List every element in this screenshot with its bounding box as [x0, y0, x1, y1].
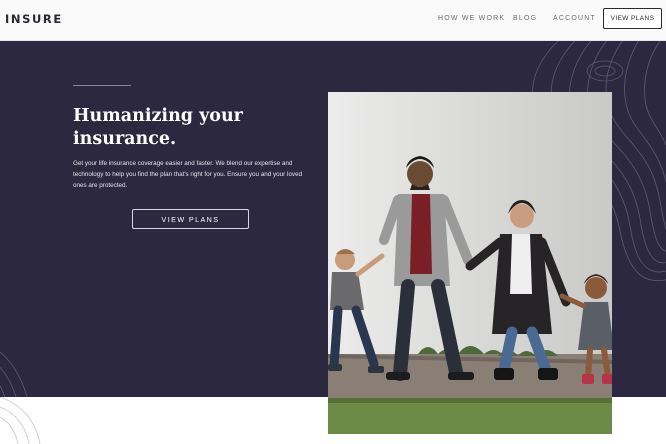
- topographic-pattern-left: [0, 351, 28, 397]
- nav-link-how-we-work[interactable]: HOW WE WORK: [438, 15, 505, 22]
- nav-link-blog[interactable]: BLOG: [513, 15, 537, 22]
- hero-headline: Humanizing your insurance.: [73, 106, 243, 149]
- nav-link-account[interactable]: ACCOUNT: [553, 15, 596, 22]
- hero-family-photo: [328, 92, 612, 434]
- accent-divider: [73, 85, 131, 86]
- header-view-plans-button[interactable]: VIEW PLANS: [603, 8, 662, 29]
- site-header: INSURE HOW WE WORK BLOG ACCOUNT VIEW PLA…: [0, 0, 666, 41]
- hero-description: Get your life insurance coverage easier …: [73, 160, 303, 190]
- logo[interactable]: INSURE: [5, 12, 63, 26]
- topographic-pattern-bottom: [0, 397, 41, 444]
- hero-view-plans-button[interactable]: VIEW PLANS: [132, 209, 249, 229]
